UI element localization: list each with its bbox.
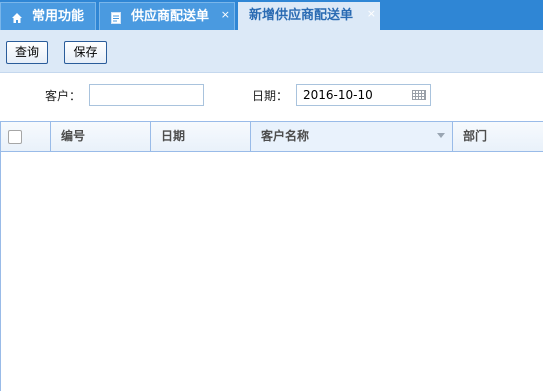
select-all-checkbox[interactable] (8, 130, 22, 144)
tab-label: 新增供应商配送单 (249, 8, 354, 23)
tab-label: 常用功能 (32, 9, 85, 24)
column-header-department[interactable]: 部门 (453, 122, 543, 151)
query-button[interactable]: 查询 (6, 41, 48, 64)
column-header-number[interactable]: 编号 (51, 122, 151, 151)
customer-input[interactable] (89, 84, 204, 106)
grid-body (1, 152, 543, 392)
column-header-date[interactable]: 日期 (151, 122, 251, 151)
save-button[interactable]: 保存 (64, 41, 107, 64)
select-all-cell (1, 122, 51, 151)
tab-label: 供应商配送单 (131, 9, 210, 24)
close-icon[interactable]: × (221, 1, 230, 29)
close-icon[interactable]: × (367, 0, 376, 28)
date-label: 日期： (252, 89, 289, 103)
grid-header: 编号 日期 客户名称 部门 (1, 122, 543, 152)
tab-bar: 常用功能 供应商配送单 × 新增供应商配送单 × (0, 0, 543, 30)
customer-label: 客户： (45, 89, 82, 103)
document-icon (111, 12, 121, 24)
column-header-customer-name[interactable]: 客户名称 (251, 122, 453, 151)
tab-supplier-delivery[interactable]: 供应商配送单 × (99, 2, 235, 30)
home-icon (12, 13, 22, 23)
tab-common-functions[interactable]: 常用功能 (0, 2, 96, 30)
date-value: 2016-10-10 (303, 88, 373, 102)
data-grid: 编号 日期 客户名称 部门 (0, 121, 543, 391)
tab-new-supplier-delivery[interactable]: 新增供应商配送单 × (238, 2, 380, 30)
date-field[interactable]: 2016-10-10 (296, 84, 431, 106)
column-menu-arrow-icon[interactable] (437, 133, 445, 138)
calendar-icon[interactable] (412, 90, 426, 100)
